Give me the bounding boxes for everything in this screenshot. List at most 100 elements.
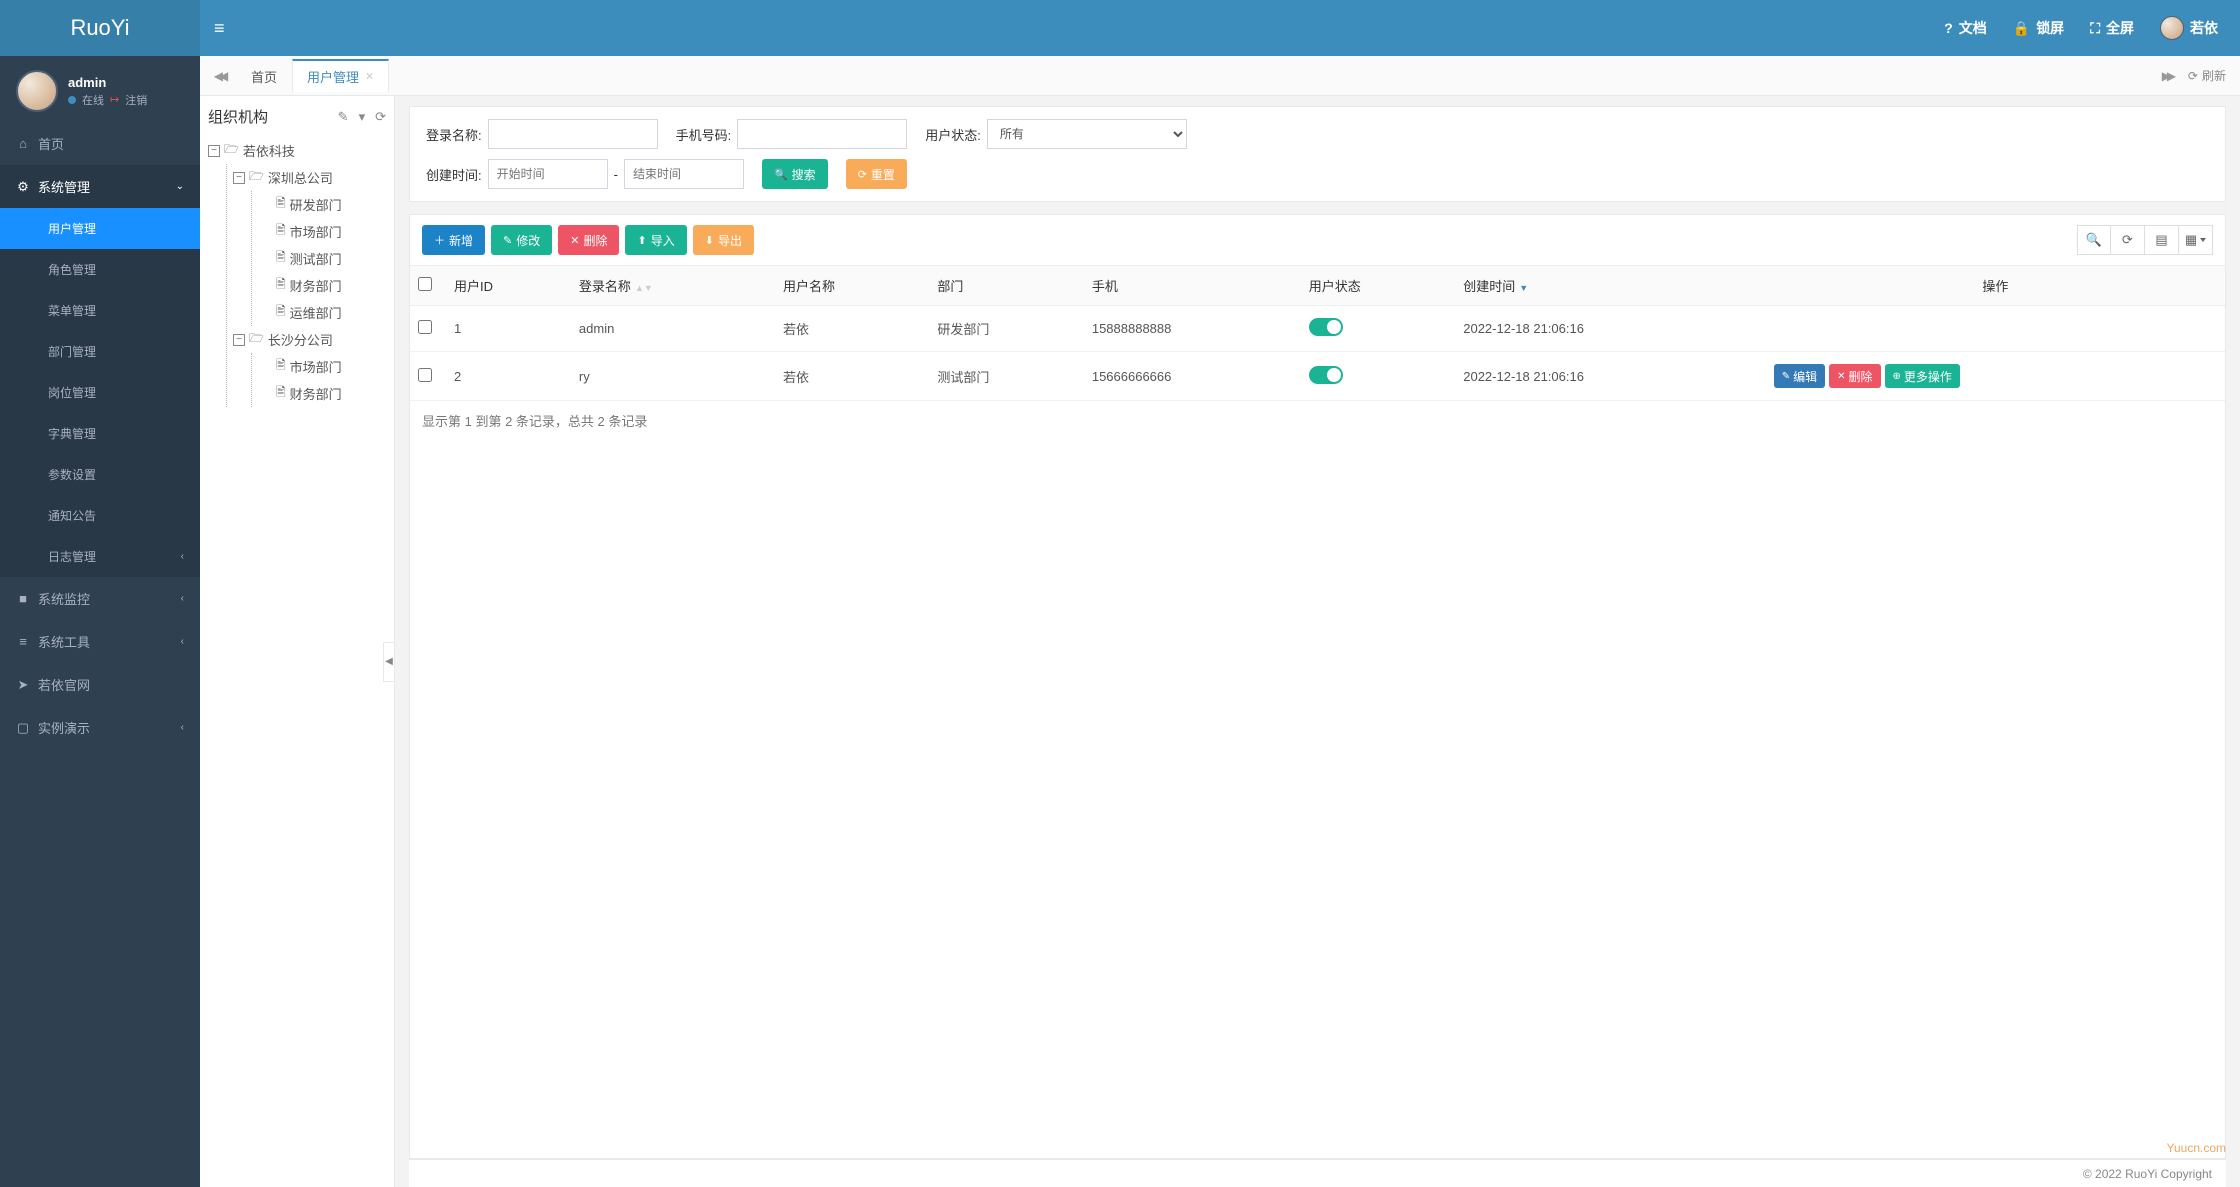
export-button[interactable]: ⬇导出: [693, 225, 754, 255]
sidebar: RuoYi admin 在线 ↦ 注销 ⌂首页 ⚙系统管理⌄ 用户管理 角色管理: [0, 0, 200, 1187]
tool-columns[interactable]: ▤: [2145, 225, 2179, 255]
tree-collapse-icon[interactable]: −: [208, 145, 220, 157]
topbar-user[interactable]: 若依: [2152, 16, 2226, 40]
tabs-next[interactable]: ▶▶: [2154, 61, 2180, 91]
col-status[interactable]: 用户状态: [1301, 266, 1455, 306]
table-card: ＋新增 ✎修改 ✕删除 ⬆导入 ⬇导出 🔍 ⟳ ▤ ▦: [409, 214, 2226, 1159]
hamburger-icon[interactable]: ≡: [214, 18, 225, 39]
tool-refresh[interactable]: ⟳: [2111, 225, 2145, 255]
topbar-fullscreen[interactable]: ⛶全屏: [2082, 18, 2142, 38]
tool-search[interactable]: 🔍: [2077, 225, 2111, 255]
nav-monitor[interactable]: ■系统监控‹: [0, 577, 200, 620]
logout-link[interactable]: 注销: [125, 92, 147, 108]
user-name: admin: [68, 75, 147, 90]
tree-edit-icon[interactable]: ✎: [338, 109, 349, 125]
tree-node-label: 研发部门: [290, 195, 342, 214]
tab-user-mgmt[interactable]: 用户管理✕: [292, 59, 389, 92]
panel-collapse-handle[interactable]: ◀: [383, 642, 395, 682]
col-login-name[interactable]: 登录名称▲▼: [571, 266, 775, 306]
nav-dept-mgmt[interactable]: 部门管理: [0, 331, 200, 372]
status-switch[interactable]: [1309, 366, 1343, 384]
topbar-docs[interactable]: ?文档: [1936, 18, 1995, 38]
nav-menu-mgmt[interactable]: 菜单管理: [0, 290, 200, 331]
nav-tools[interactable]: ≡系统工具‹: [0, 620, 200, 663]
nav-dict-mgmt[interactable]: 字典管理: [0, 413, 200, 454]
status-switch[interactable]: [1309, 318, 1343, 336]
brand: RuoYi: [0, 0, 200, 56]
tree-node-leaf[interactable]: 🖹财务部门: [258, 380, 386, 407]
start-time-input[interactable]: [488, 159, 608, 189]
logout-icon[interactable]: ↦: [110, 93, 119, 106]
row-more-button[interactable]: ⊕更多操作: [1885, 364, 1960, 388]
file-icon: 🖹: [276, 221, 286, 242]
tree-node-changsha[interactable]: −🗁长沙分公司: [233, 326, 386, 353]
nav-role-mgmt[interactable]: 角色管理: [0, 249, 200, 290]
tree-node-leaf[interactable]: 🖹市场部门: [258, 218, 386, 245]
col-user-name[interactable]: 用户名称: [775, 266, 929, 306]
tree-node-label: 深圳总公司: [268, 168, 333, 187]
tree-node-leaf[interactable]: 🖹财务部门: [258, 272, 386, 299]
nav-demo[interactable]: ▢实例演示‹: [0, 706, 200, 749]
cell-login: admin: [571, 306, 775, 352]
folder-open-icon: 🗁: [249, 329, 264, 350]
row-checkbox[interactable]: [418, 320, 432, 334]
tree-dropdown-icon[interactable]: ▾: [359, 109, 366, 125]
login-input[interactable]: [488, 119, 658, 149]
phone-input[interactable]: [737, 119, 907, 149]
tree-refresh-icon[interactable]: ⟳: [375, 109, 386, 125]
close-icon[interactable]: ✕: [365, 70, 374, 83]
file-icon: 🖹: [276, 275, 286, 296]
col-label: 登录名称: [579, 279, 631, 294]
tree-node-leaf[interactable]: 🖹研发部门: [258, 191, 386, 218]
select-all-checkbox[interactable]: [418, 277, 432, 291]
topbar-user-label: 若依: [2190, 18, 2218, 38]
cell-id: 1: [446, 306, 571, 352]
nav-website[interactable]: ➤若依官网: [0, 663, 200, 706]
user-status-text: 在线: [82, 92, 104, 108]
col-phone[interactable]: 手机: [1084, 266, 1301, 306]
nav-system[interactable]: ⚙系统管理⌄: [0, 165, 200, 208]
nav-user-mgmt[interactable]: 用户管理: [0, 208, 200, 249]
tree-node-leaf[interactable]: 🖹市场部门: [258, 353, 386, 380]
col-user-id[interactable]: 用户ID: [446, 266, 571, 306]
reset-button[interactable]: ⟳重置: [846, 159, 907, 189]
nav-param-mgmt[interactable]: 参数设置: [0, 454, 200, 495]
upload-icon: ⬆: [637, 234, 646, 247]
edit-button[interactable]: ✎修改: [491, 225, 552, 255]
tree-node-shenzhen[interactable]: −🗁深圳总公司: [233, 164, 386, 191]
row-checkbox[interactable]: [418, 368, 432, 382]
tree-collapse-icon[interactable]: −: [233, 334, 245, 346]
status-select[interactable]: 所有: [987, 119, 1187, 149]
delete-button[interactable]: ✕删除: [558, 225, 619, 255]
tool-grid[interactable]: ▦: [2179, 225, 2213, 255]
refresh-icon: ⟳: [2122, 232, 2133, 248]
tree-node-leaf[interactable]: 🖹测试部门: [258, 245, 386, 272]
user-table: 用户ID 登录名称▲▼ 用户名称 部门 手机 用户状态 创建时间 ▼ 操作 1a…: [410, 265, 2225, 401]
tabs-refresh[interactable]: ⟳刷新: [2180, 67, 2234, 84]
nav-log-mgmt[interactable]: 日志管理‹: [0, 536, 200, 577]
tree-collapse-icon[interactable]: −: [233, 172, 245, 184]
row-edit-button[interactable]: ✎编辑: [1774, 364, 1825, 388]
add-button[interactable]: ＋新增: [422, 225, 485, 255]
time-label: 创建时间:: [426, 165, 482, 184]
col-create-time[interactable]: 创建时间 ▼: [1455, 266, 1765, 306]
topbar: ≡ ?文档 🔒锁屏 ⛶全屏 若依: [200, 0, 2240, 56]
avatar[interactable]: [16, 70, 58, 112]
search-button[interactable]: 🔍搜索: [762, 159, 828, 189]
grid-icon: ▦: [2185, 232, 2197, 248]
nav-notice-mgmt[interactable]: 通知公告: [0, 495, 200, 536]
topbar-lock[interactable]: 🔒锁屏: [2005, 18, 2072, 38]
tab-home[interactable]: 首页: [236, 59, 292, 92]
topbar-fullscreen-label: 全屏: [2106, 18, 2134, 38]
tree-node-leaf[interactable]: 🖹运维部门: [258, 299, 386, 326]
nav-post-mgmt[interactable]: 岗位管理: [0, 372, 200, 413]
import-button[interactable]: ⬆导入: [625, 225, 686, 255]
nav-home[interactable]: ⌂首页: [0, 122, 200, 165]
end-time-input[interactable]: [624, 159, 744, 189]
tabs-prev[interactable]: ◀◀: [206, 61, 232, 91]
col-dept[interactable]: 部门: [929, 266, 1083, 306]
row-delete-button[interactable]: ✕删除: [1829, 364, 1880, 388]
camera-icon: ■: [16, 591, 30, 606]
online-dot-icon: [68, 96, 76, 104]
tree-node-root[interactable]: −🗁若依科技: [208, 137, 386, 164]
